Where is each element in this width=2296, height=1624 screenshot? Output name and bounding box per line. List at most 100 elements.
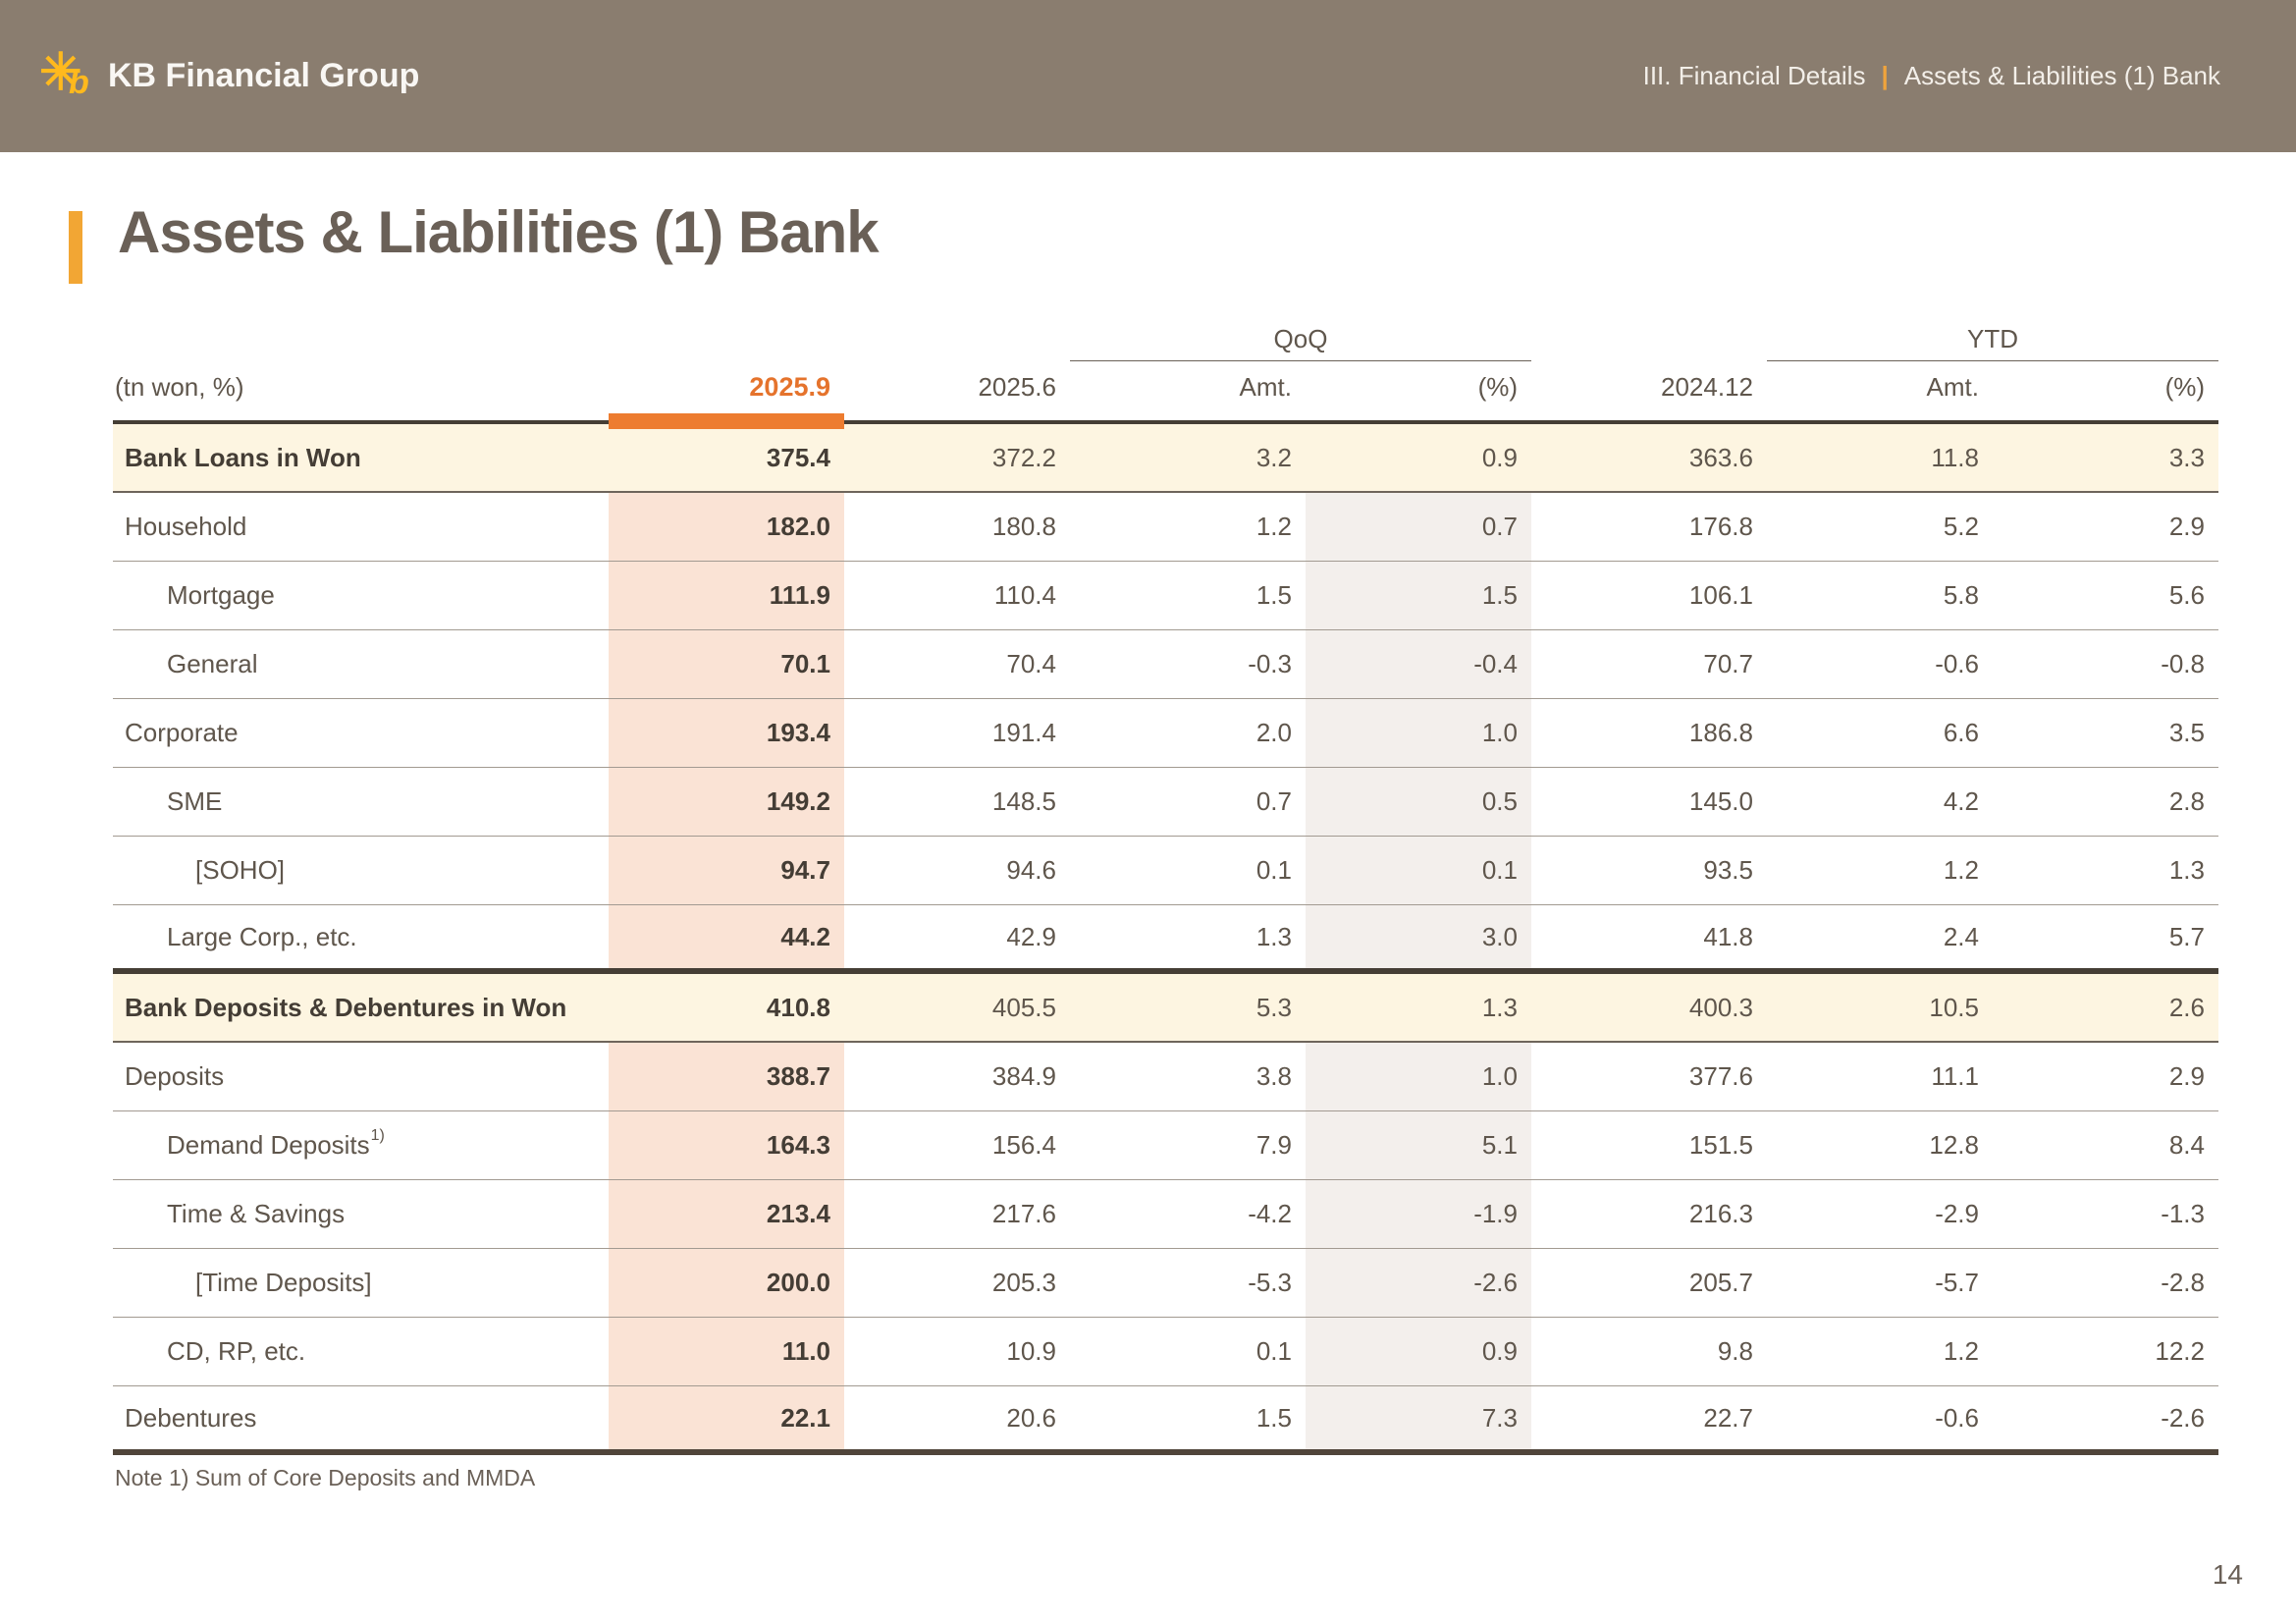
cell-value: 8.4 <box>1993 1111 2218 1179</box>
row-label: Time & Savings <box>113 1180 609 1248</box>
row-label-text: Demand Deposits <box>167 1130 370 1161</box>
cell-value: 3.8 <box>1070 1043 1306 1110</box>
row-label-text: Corporate <box>125 718 239 748</box>
table-row: Household182.0180.81.20.7176.85.22.9 <box>113 493 2218 562</box>
table-row: [Time Deposits]200.0205.3-5.3-2.6205.7-5… <box>113 1249 2218 1318</box>
cell-value: 1.3 <box>1993 837 2218 904</box>
cell-value: 384.9 <box>844 1043 1070 1110</box>
cell-value: 2.4 <box>1767 905 1993 968</box>
column-header-2024-12: 2024.12 <box>1531 372 1767 403</box>
column-header-2025-9: 2025.9 <box>609 372 844 403</box>
breadcrumb-page: Assets & Liabilities (1) Bank <box>1904 61 2220 91</box>
cell-value: 2.6 <box>1993 974 2218 1041</box>
cell-value: 193.4 <box>609 699 844 767</box>
row-label-text: SME <box>167 786 222 817</box>
cell-value: -2.9 <box>1767 1180 1993 1248</box>
cell-value: 5.3 <box>1070 974 1306 1041</box>
header-bar: ✳ b KB Financial Group III. Financial De… <box>0 0 2296 152</box>
cell-value: 410.8 <box>609 974 844 1041</box>
cell-value: -1.9 <box>1306 1180 1531 1248</box>
cell-value: 93.5 <box>1531 837 1767 904</box>
cell-value: 3.5 <box>1993 699 2218 767</box>
cell-value: 11.8 <box>1767 424 1993 491</box>
cell-value: 5.2 <box>1767 493 1993 561</box>
cell-value: 1.5 <box>1306 562 1531 629</box>
cell-value: 5.1 <box>1306 1111 1531 1179</box>
cell-value: 200.0 <box>609 1249 844 1317</box>
cell-value: 1.2 <box>1070 493 1306 561</box>
cell-value: 3.3 <box>1993 424 2218 491</box>
cell-value: 20.6 <box>844 1386 1070 1449</box>
row-label: Deposits <box>113 1043 609 1110</box>
cell-value: 375.4 <box>609 424 844 491</box>
cell-value: -0.6 <box>1767 1386 1993 1449</box>
cell-value: 205.7 <box>1531 1249 1767 1317</box>
cell-value: 5.8 <box>1767 562 1993 629</box>
row-label-text: [Time Deposits] <box>195 1268 372 1298</box>
row-label-text: General <box>167 649 258 679</box>
footnote: Note 1) Sum of Core Deposits and MMDA <box>115 1465 535 1491</box>
table-row: Corporate193.4191.42.01.0186.86.63.5 <box>113 699 2218 768</box>
cell-value: 186.8 <box>1531 699 1767 767</box>
row-label-text: CD, RP, etc. <box>167 1336 305 1367</box>
breadcrumb: III. Financial Details | Assets & Liabil… <box>1643 61 2220 91</box>
cell-value: 0.7 <box>1070 768 1306 836</box>
cell-value: 2.0 <box>1070 699 1306 767</box>
cell-value: 148.5 <box>844 768 1070 836</box>
cell-value: 372.2 <box>844 424 1070 491</box>
row-label: SME <box>113 768 609 836</box>
table-row: [SOHO]94.794.60.10.193.51.21.3 <box>113 837 2218 905</box>
breadcrumb-section: III. Financial Details <box>1643 61 1866 91</box>
cell-value: 1.3 <box>1070 905 1306 968</box>
row-label-text: Bank Loans in Won <box>125 443 361 473</box>
cell-value: 10.9 <box>844 1318 1070 1385</box>
cell-value: 213.4 <box>609 1180 844 1248</box>
unit-label: (tn won, %) <box>113 372 609 403</box>
cell-value: 164.3 <box>609 1111 844 1179</box>
cell-value: 0.1 <box>1306 837 1531 904</box>
cell-value: 363.6 <box>1531 424 1767 491</box>
cell-value: -0.6 <box>1767 630 1993 698</box>
table-row: SME149.2148.50.70.5145.04.22.8 <box>113 768 2218 837</box>
row-label: Bank Deposits & Debentures in Won <box>113 974 609 1041</box>
row-label-text: Time & Savings <box>167 1199 345 1229</box>
cell-value: 216.3 <box>1531 1180 1767 1248</box>
table-row: Bank Loans in Won375.4372.23.20.9363.611… <box>113 424 2218 493</box>
cell-value: 182.0 <box>609 493 844 561</box>
cell-value: 12.2 <box>1993 1318 2218 1385</box>
cell-value: 5.6 <box>1993 562 2218 629</box>
cell-value: 1.3 <box>1306 974 1531 1041</box>
cell-value: 12.8 <box>1767 1111 1993 1179</box>
cell-value: 94.6 <box>844 837 1070 904</box>
cell-value: 0.5 <box>1306 768 1531 836</box>
cell-value: 0.9 <box>1306 424 1531 491</box>
cell-value: 7.9 <box>1070 1111 1306 1179</box>
breadcrumb-separator: | <box>1881 61 1888 91</box>
cell-value: 1.5 <box>1070 562 1306 629</box>
cell-value: 0.1 <box>1070 1318 1306 1385</box>
page-title: Assets & Liabilities (1) Bank <box>118 198 879 266</box>
cell-value: 106.1 <box>1531 562 1767 629</box>
cell-value: -5.7 <box>1767 1249 1993 1317</box>
slide: ✳ b KB Financial Group III. Financial De… <box>0 0 2296 1624</box>
cell-value: 400.3 <box>1531 974 1767 1041</box>
table-row: Large Corp., etc.44.242.91.33.041.82.45.… <box>113 905 2218 974</box>
cell-value: 1.2 <box>1767 837 1993 904</box>
table-body: Bank Loans in Won375.4372.23.20.9363.611… <box>113 420 2218 1455</box>
table-row: General70.170.4-0.3-0.470.7-0.6-0.8 <box>113 630 2218 699</box>
table-row: Bank Deposits & Debentures in Won410.8 40… <box>113 974 2218 1043</box>
table-column-header-row: (tn won, %) 2025.9 2025.6 Amt. (%) 2024.… <box>113 353 2218 420</box>
cell-value: -2.6 <box>1306 1249 1531 1317</box>
cell-value: 70.1 <box>609 630 844 698</box>
cell-value: 42.9 <box>844 905 1070 968</box>
cell-value: 5.7 <box>1993 905 2218 968</box>
logo-text: KB Financial Group <box>108 57 419 95</box>
cell-value: -0.4 <box>1306 630 1531 698</box>
cell-value: 205.3 <box>844 1249 1070 1317</box>
kb-logo: ✳ b KB Financial Group <box>39 48 419 105</box>
cell-value: 2.8 <box>1993 768 2218 836</box>
cell-value: 44.2 <box>609 905 844 968</box>
cell-value: -1.3 <box>1993 1180 2218 1248</box>
cell-value: -2.6 <box>1993 1386 2218 1449</box>
column-header-ytd-amt: Amt. <box>1767 372 1993 403</box>
